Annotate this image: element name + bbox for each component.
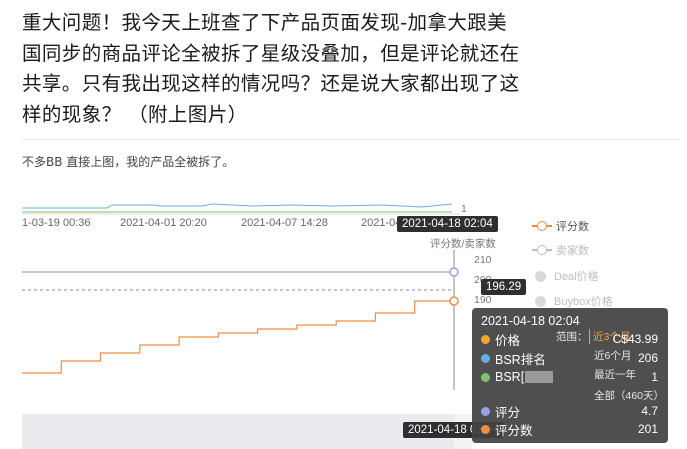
tooltip-row-value: 4.7 xyxy=(641,404,658,418)
legend-seller-count[interactable]: 卖家数 xyxy=(532,242,589,258)
series-dot-icon xyxy=(481,406,490,416)
top-hover-date-label: 2021-04-18 02:04 xyxy=(397,216,498,232)
crosshair-value-label: 196.29 xyxy=(481,279,527,295)
legend-label: Deal价格 xyxy=(554,271,599,283)
series-line-rating-count xyxy=(22,300,454,374)
post-title-line: 重大问题！我今天上班查了下产品页面发现-加拿大跟美 xyxy=(22,11,508,34)
x-tick-label: 2021-04-01 20:20 xyxy=(120,217,207,229)
tooltip-row-bsr-sub: BSR[ 1 xyxy=(481,368,658,386)
tooltip-row-rating: 评分 4.7 xyxy=(481,402,658,420)
range-option-all[interactable]: 全部（460天） xyxy=(594,388,664,403)
series-dot-icon xyxy=(481,334,490,344)
post-caption: 不多BB 直接上图，我的产品全被拆了。 xyxy=(22,155,235,169)
tooltip-row-name: 评分数 xyxy=(495,423,533,438)
legend-label: Buybox价格 xyxy=(554,296,613,308)
series-dot-icon xyxy=(481,353,490,363)
post-title: 重大问题！我今天上班查了下产品页面发现-加拿大跟美 国同步的商品评论全被拆了星级… xyxy=(22,8,662,130)
series-dot-icon xyxy=(481,372,490,382)
line-circle-icon xyxy=(532,221,552,231)
dot-icon xyxy=(535,270,546,282)
legend-deal-price[interactable]: Deal价格 xyxy=(532,268,599,284)
tooltip-row-bsr: BSR排名 206 xyxy=(481,349,658,367)
series-dot-icon xyxy=(481,424,490,434)
tooltip-row-value: 206 xyxy=(637,351,658,365)
y-tick-label: 190 xyxy=(474,294,492,306)
x-tick-label: 1-03-19 00:36 xyxy=(22,217,91,229)
hover-point-rating xyxy=(449,267,459,277)
tooltip-row-name: BSR[ xyxy=(495,370,525,384)
post-title-line: 样的现象？ （附上图片） xyxy=(22,102,248,126)
top-series-line-blue xyxy=(22,203,453,209)
tooltip-row-value: 201 xyxy=(637,422,658,436)
legend-label: 卖家数 xyxy=(556,245,589,257)
y-tick-label: 210 xyxy=(474,254,492,266)
range-selector-bar[interactable] xyxy=(22,414,454,449)
legend-rating-count[interactable]: 评分数 xyxy=(532,218,589,234)
tooltip-row-rating-count: 评分数 201 xyxy=(481,420,658,438)
line-circle-icon xyxy=(532,245,552,255)
tooltip-row-value: 1 xyxy=(651,370,658,384)
tooltip-row-name: BSR排名 xyxy=(495,352,546,367)
top-marker-value: 1 xyxy=(461,203,467,215)
top-mini-chart xyxy=(22,203,462,215)
tooltip-row-name: 评分 xyxy=(495,405,521,420)
dot-icon xyxy=(535,295,546,307)
axis-title: 评分数/卖家数 xyxy=(430,238,496,250)
redacted-block xyxy=(525,371,554,383)
tooltip-row-name: 价格 xyxy=(495,333,521,348)
hover-point-rating-count xyxy=(449,296,459,306)
tooltip-row-value: C$43.99 xyxy=(612,332,658,346)
post-title-line: 共享。只有我出现这样的情况吗？还是说大家都出现了这 xyxy=(22,72,520,95)
legend-buybox-price[interactable]: Buybox价格 xyxy=(532,293,613,309)
chart-screenshot: 1 1-03-19 00:36 2021-04-01 20:20 2021-04… xyxy=(22,190,687,449)
main-chart xyxy=(22,250,459,390)
data-tooltip: 2021-04-18 02:04 范围： 近3个月 近6个月 最近一年 全部（4… xyxy=(472,308,668,443)
legend-label: 评分数 xyxy=(556,221,589,233)
post-title-line: 国同步的商品评论全被拆了星级没叠加，但是评论就还在 xyxy=(22,41,520,65)
divider xyxy=(22,139,679,140)
x-tick-label: 2021-04-07 14:28 xyxy=(241,217,328,229)
tooltip-row-price: 价格 C$43.99 xyxy=(481,330,658,348)
tooltip-title: 2021-04-18 02:04 xyxy=(481,314,580,328)
x-tick-label: 2021-04 xyxy=(361,217,402,229)
